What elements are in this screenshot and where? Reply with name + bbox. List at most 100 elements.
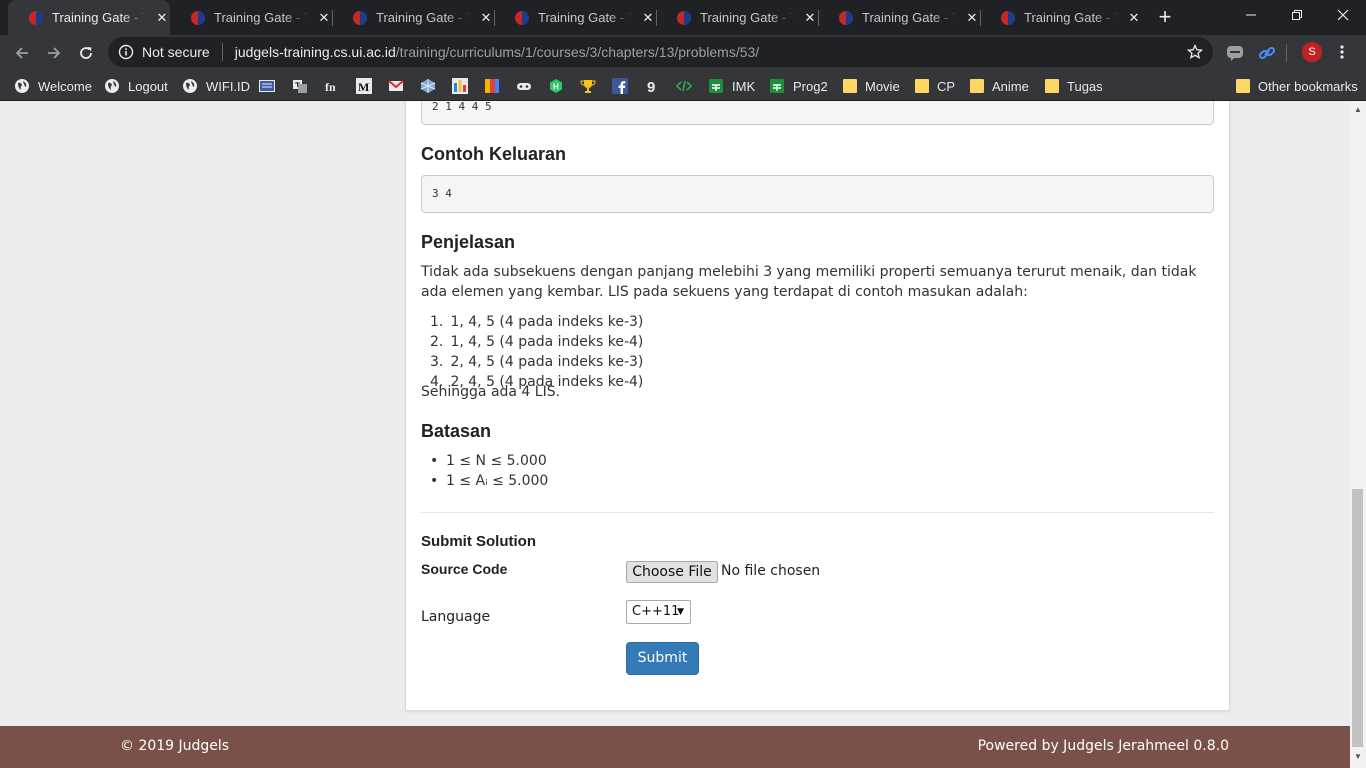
copyright-text: © 2019 Judgels: [120, 738, 230, 754]
new-tab-button[interactable]: +: [1153, 5, 1177, 29]
bookmark-folder-movie[interactable]: Movie: [843, 76, 900, 96]
extension-link-button[interactable]: [1257, 43, 1277, 63]
reload-button[interactable]: [72, 39, 100, 67]
bookmark-controller[interactable]: [516, 76, 532, 96]
tab-2[interactable]: Training Gate - Training Gate ✕: [170, 0, 332, 35]
scrollbar-thumb[interactable]: [1352, 489, 1363, 747]
bookmark-chart[interactable]: [452, 76, 468, 96]
tab-title: Training Gate - Training Gate: [376, 10, 470, 25]
tab-7[interactable]: Training Gate - Training Gate ✕: [980, 0, 1142, 35]
close-icon[interactable]: ✕: [640, 10, 656, 26]
tab-1[interactable]: Training Gate - Training Gate ✕: [8, 0, 170, 35]
bookmark-label: CP: [937, 78, 956, 94]
reload-icon: [80, 47, 92, 59]
sample-output-heading: Contoh Keluaran: [421, 144, 567, 164]
close-icon[interactable]: ✕: [478, 10, 494, 26]
bookmark-folder-other[interactable]: Other bookmarks: [1236, 76, 1358, 96]
bookmark-office[interactable]: [484, 76, 500, 96]
tab-6[interactable]: Training Gate - Training Gate ✕: [818, 0, 980, 35]
globe-icon: [183, 79, 197, 93]
bookmark-wifi-id[interactable]: WIFI.ID: [182, 76, 250, 96]
bookmark-translate[interactable]: [292, 76, 308, 96]
code-icon: [676, 80, 692, 92]
svg-text:M: M: [358, 80, 369, 94]
bookmark-fn[interactable]: fn: [324, 76, 340, 96]
restore-button[interactable]: [1274, 0, 1320, 30]
sheets-icon: [709, 79, 723, 93]
bookmark-code[interactable]: [676, 76, 692, 96]
bookmark-label: Prog2: [793, 78, 828, 94]
back-button[interactable]: [8, 39, 36, 67]
judgels-favicon-icon: [191, 10, 205, 25]
bookmark-gmail[interactable]: [388, 76, 404, 96]
bookmark-label: WIFI.ID: [206, 78, 251, 94]
bookmark-del[interactable]: [259, 76, 275, 96]
tab-title: Training Gate - Training Gate: [862, 10, 956, 25]
arrow-right-icon: [48, 47, 61, 59]
judgels-favicon-icon: [677, 10, 691, 25]
submit-button[interactable]: Submit: [626, 642, 699, 675]
folder-icon: [1236, 79, 1250, 93]
list-item-text: 1, 4, 5 (4 pada indeks ke-4): [450, 334, 644, 350]
bookmark-logout[interactable]: Logout: [104, 76, 168, 96]
forward-button[interactable]: [40, 39, 68, 67]
close-icon[interactable]: ✕: [154, 10, 170, 26]
constraints-heading: Batasan: [421, 421, 492, 441]
trophy-icon: [580, 80, 596, 93]
chat-bubble-icon: [1227, 46, 1243, 61]
more-menu-icon[interactable]: [1335, 44, 1349, 60]
tab-5[interactable]: Training Gate - Training Gate ✕: [656, 0, 818, 35]
close-icon[interactable]: ✕: [1126, 10, 1142, 26]
hackerrank-icon: H: [550, 79, 562, 93]
bookmark-welcome[interactable]: Welcome: [14, 76, 92, 96]
tab-title: Training Gate - Training Gate: [52, 10, 146, 25]
close-icon[interactable]: ✕: [964, 10, 980, 26]
list-item: 3. 2, 4, 5 (4 pada indeks ke-3): [430, 352, 643, 372]
address-bar[interactable]: Not secure judgels-training.cs.ui.ac.id /…: [108, 37, 1213, 67]
star-icon[interactable]: [1187, 44, 1203, 60]
choose-file-button[interactable]: Choose File: [626, 561, 718, 583]
profile-avatar[interactable]: S: [1302, 42, 1322, 62]
bookmark-imk[interactable]: IMK: [708, 76, 755, 96]
info-icon[interactable]: [118, 44, 134, 60]
bookmark-cube[interactable]: [420, 76, 436, 96]
bookmark-trophy[interactable]: [580, 76, 596, 96]
tab-4[interactable]: Training Gate - Training Gate ✕: [494, 0, 656, 35]
bookmark-label: Welcome: [38, 78, 92, 94]
svg-text:H: H: [553, 83, 559, 92]
close-window-button[interactable]: [1320, 0, 1366, 30]
bookmark-medium[interactable]: M: [356, 76, 372, 96]
extension-chat-button[interactable]: [1225, 43, 1245, 63]
bar-chart-icon: [452, 78, 468, 94]
bookmark-prog2[interactable]: Prog2: [769, 76, 828, 96]
bookmark-folder-anime[interactable]: Anime: [970, 76, 1029, 96]
list-item: 2. 1, 4, 5 (4 pada indeks ke-4): [430, 332, 643, 352]
minimize-button[interactable]: [1228, 0, 1274, 30]
close-icon[interactable]: ✕: [316, 10, 332, 26]
bookmark-facebook[interactable]: [612, 76, 628, 96]
fn-logo-icon: fn: [325, 80, 336, 94]
source-code-label: Source Code: [421, 561, 508, 577]
security-status[interactable]: Not secure: [142, 44, 210, 60]
bookmark-nine[interactable]: 9: [644, 76, 660, 96]
tab-3[interactable]: Training Gate - Training Gate ✕: [332, 0, 494, 35]
language-select[interactable]: C++11 ▼: [626, 600, 691, 624]
caret-down-icon: ▼: [677, 607, 684, 617]
list-number: 3.: [430, 354, 444, 370]
medium-logo-icon: M: [356, 78, 372, 94]
scroll-up-arrow-icon[interactable]: ▲: [1350, 105, 1366, 117]
bookmark-folder-tugas[interactable]: Tugas: [1045, 76, 1103, 96]
bookmark-hackerrank[interactable]: H: [548, 76, 564, 96]
link-icon: [1258, 46, 1276, 60]
scroll-down-arrow-icon[interactable]: ▼: [1350, 752, 1366, 764]
browser-tab-strip: Training Gate - Training Gate ✕ Training…: [0, 0, 1366, 35]
bookmark-label: IMK: [732, 78, 756, 94]
vertical-scrollbar[interactable]: ▲ ▼: [1350, 101, 1366, 768]
folder-icon: [915, 79, 929, 93]
url-path: /training/curriculums/1/courses/3/chapte…: [395, 44, 760, 60]
bookmark-label: Anime: [992, 78, 1029, 94]
bookmark-folder-cp[interactable]: CP: [915, 76, 955, 96]
facebook-icon: [612, 78, 628, 94]
list-item: 1 ≤ N ≤ 5.000: [430, 451, 548, 471]
close-icon[interactable]: ✕: [802, 10, 818, 26]
